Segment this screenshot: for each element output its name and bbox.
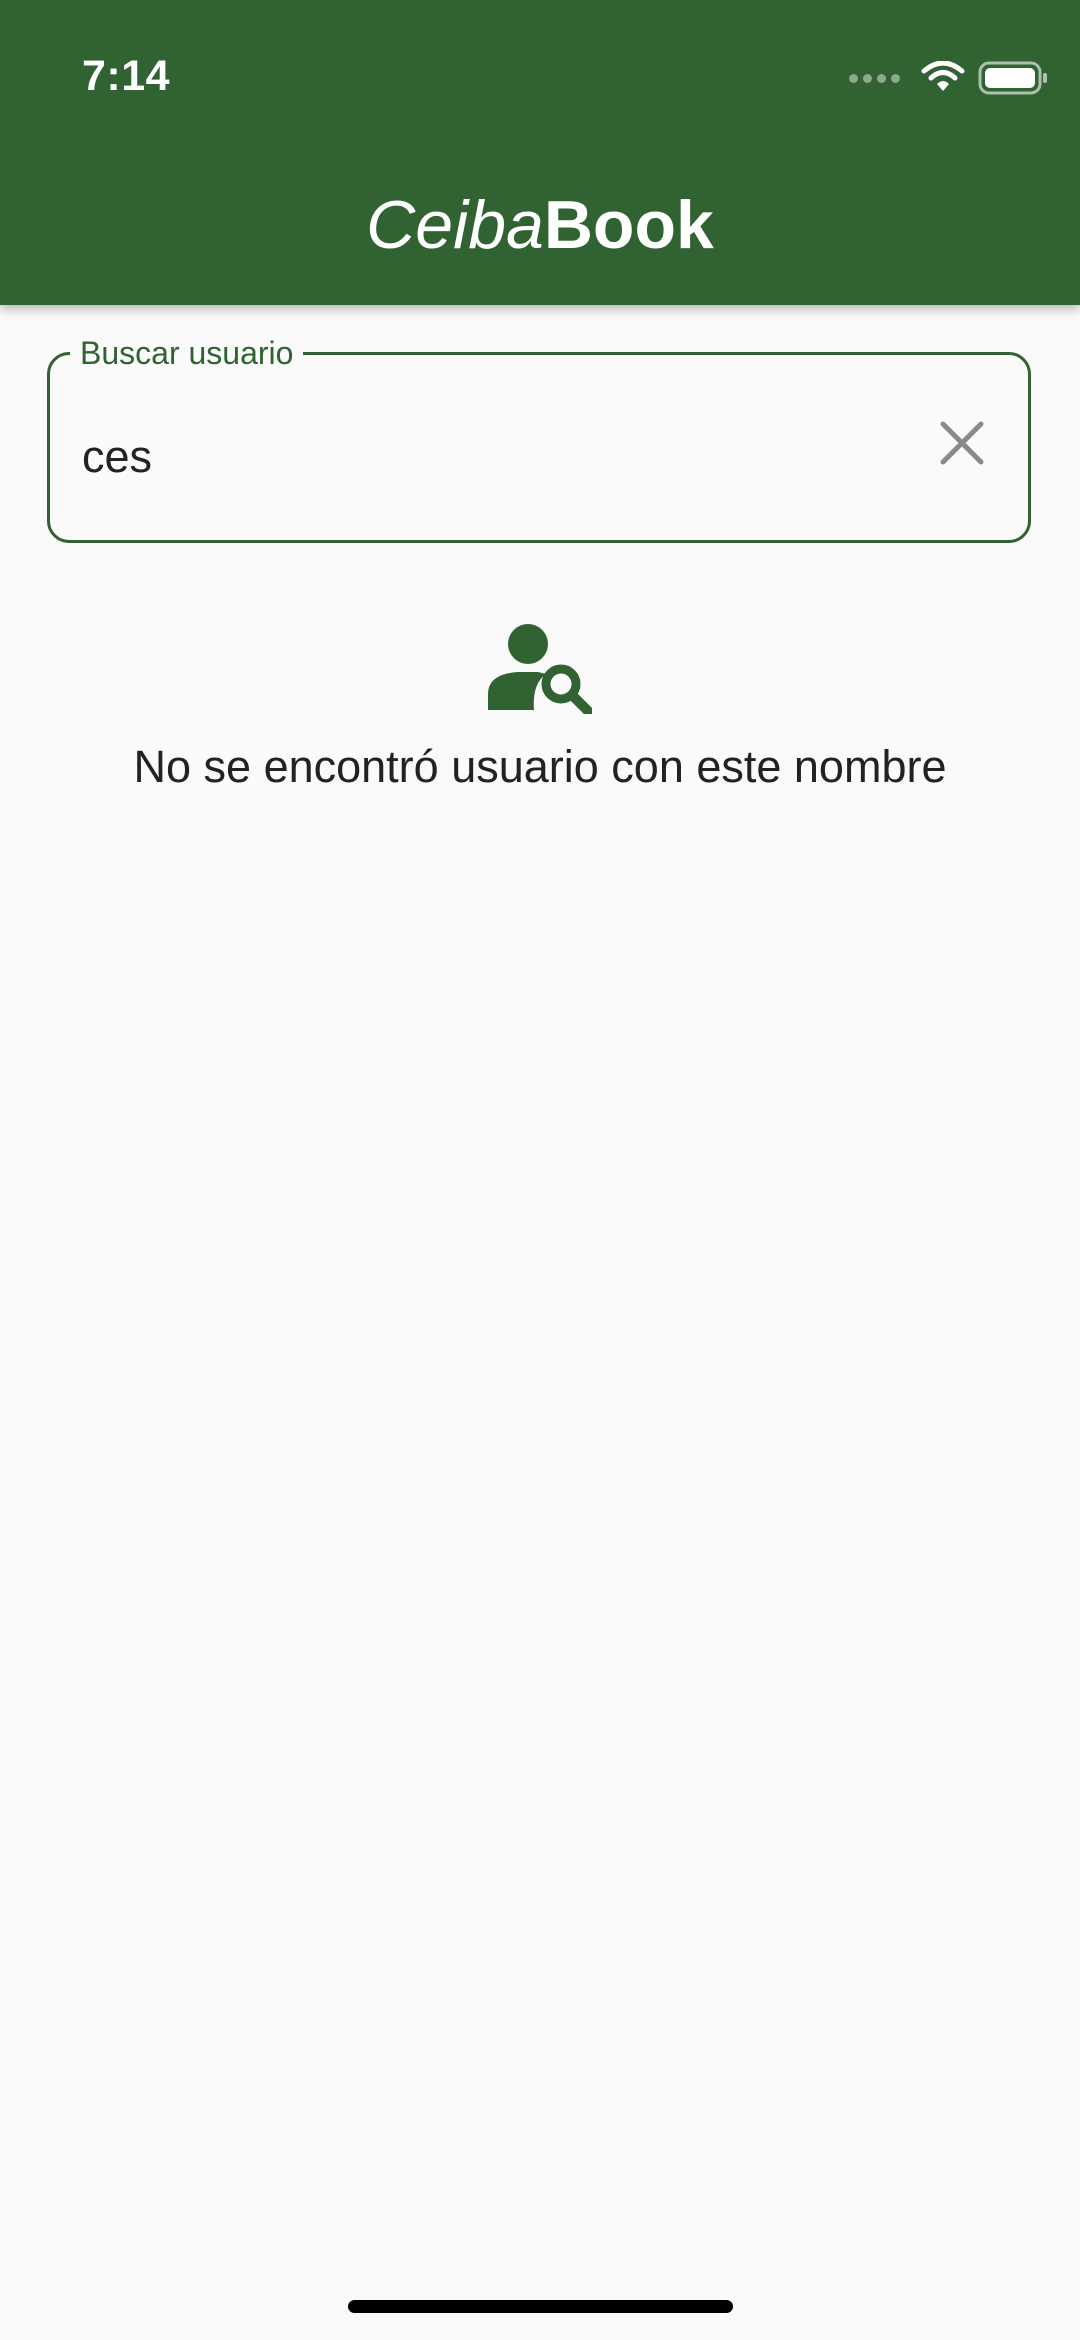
battery-icon [978, 61, 1047, 95]
close-icon [940, 421, 984, 465]
home-indicator[interactable] [348, 2300, 733, 2313]
app-bar: 7:14 CeibaBook [0, 0, 1080, 305]
wifi-icon [921, 61, 965, 91]
search-field-label: Buscar usuario [70, 333, 304, 373]
app-title-bold: Book [543, 187, 714, 263]
person-search-icon [488, 624, 592, 714]
app-title-italic: Ceiba [366, 187, 544, 263]
search-input[interactable]: ces [82, 430, 152, 484]
status-icons [849, 58, 1050, 98]
status-time: 7:14 [82, 52, 171, 100]
search-user-field[interactable]: Buscar usuario ces [47, 333, 1031, 543]
cellular-signal-icon [849, 73, 900, 83]
app-title: CeibaBook [0, 185, 1080, 265]
no-results-message: No se encontró usuario con este nombre [133, 741, 947, 792]
clear-search-button[interactable] [922, 403, 1002, 483]
